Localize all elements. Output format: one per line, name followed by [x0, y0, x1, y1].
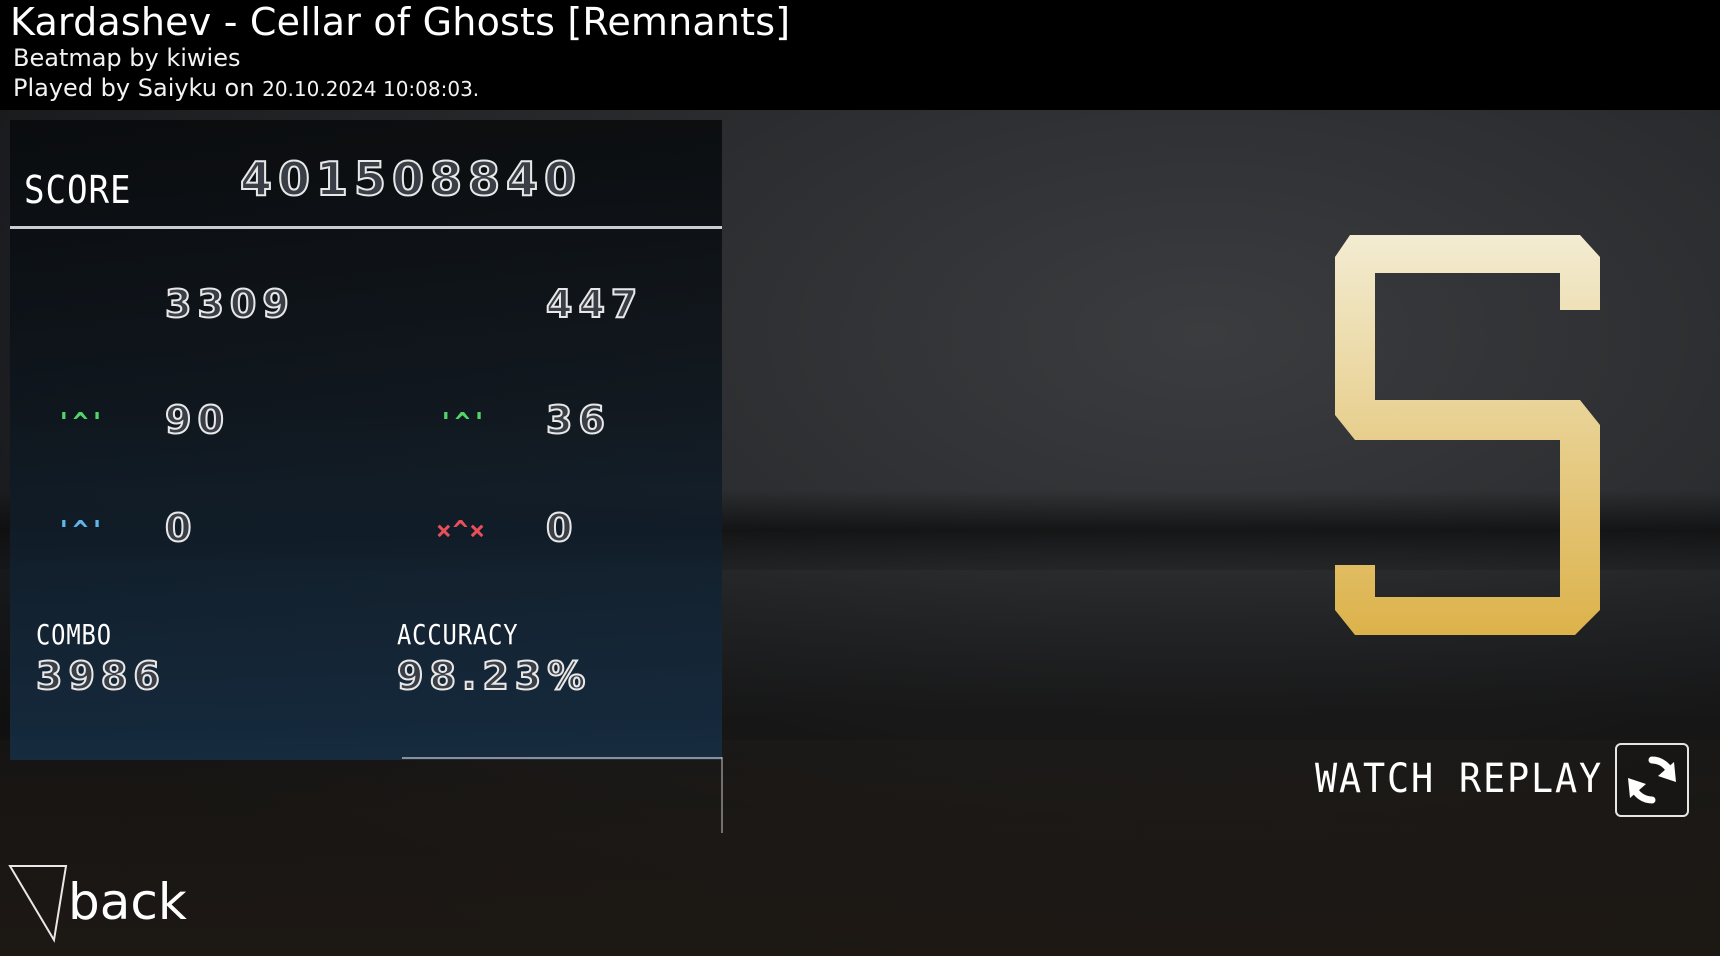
panel-bottom-line: [402, 757, 722, 759]
played-by-text: Played by Saiyku on: [13, 74, 255, 102]
back-label[interactable]: back: [68, 873, 187, 931]
judgement-good-icon: '^': [56, 408, 106, 438]
hit-count-katu: 36: [545, 397, 611, 443]
watch-replay-label[interactable]: WATCH REPLAY: [1315, 756, 1603, 802]
hit-count-good: 90: [164, 397, 230, 443]
accuracy-value: 98.23%: [396, 653, 592, 699]
hit-count-miss: 0: [545, 505, 579, 551]
judgement-miss-icon: ×^×: [436, 516, 486, 546]
grade-s-icon: S: [1335, 235, 1600, 635]
hit-count-geki: 447: [545, 281, 644, 327]
judgement-katu-icon: '^': [438, 408, 488, 438]
accuracy-label: ACCURACY: [397, 618, 519, 651]
played-by-line: Played by Saiyku on 20.10.2024 10:08:03.: [13, 74, 479, 102]
combo-label: COMBO: [36, 618, 112, 651]
score-label: SCORE: [24, 168, 132, 212]
hit-count-meh: 0: [164, 505, 198, 551]
score-value: 401508840: [239, 151, 583, 207]
combo-value: 3986: [35, 653, 166, 699]
hit-count-great: 3309: [164, 281, 295, 327]
judgement-meh-icon: '^': [56, 516, 106, 546]
header-bar: Kardashev - Cellar of Ghosts [Remnants] …: [0, 0, 1720, 110]
replay-icon: [1628, 756, 1676, 804]
beatmap-creator: Beatmap by kiwies: [13, 44, 241, 72]
beatmap-title: Kardashev - Cellar of Ghosts [Remnants]: [10, 0, 791, 44]
score-divider: [10, 226, 722, 229]
watch-replay-button[interactable]: [1615, 743, 1689, 817]
played-date: 20.10.2024 10:08:03.: [262, 77, 480, 101]
panel-side-line: [721, 757, 723, 833]
